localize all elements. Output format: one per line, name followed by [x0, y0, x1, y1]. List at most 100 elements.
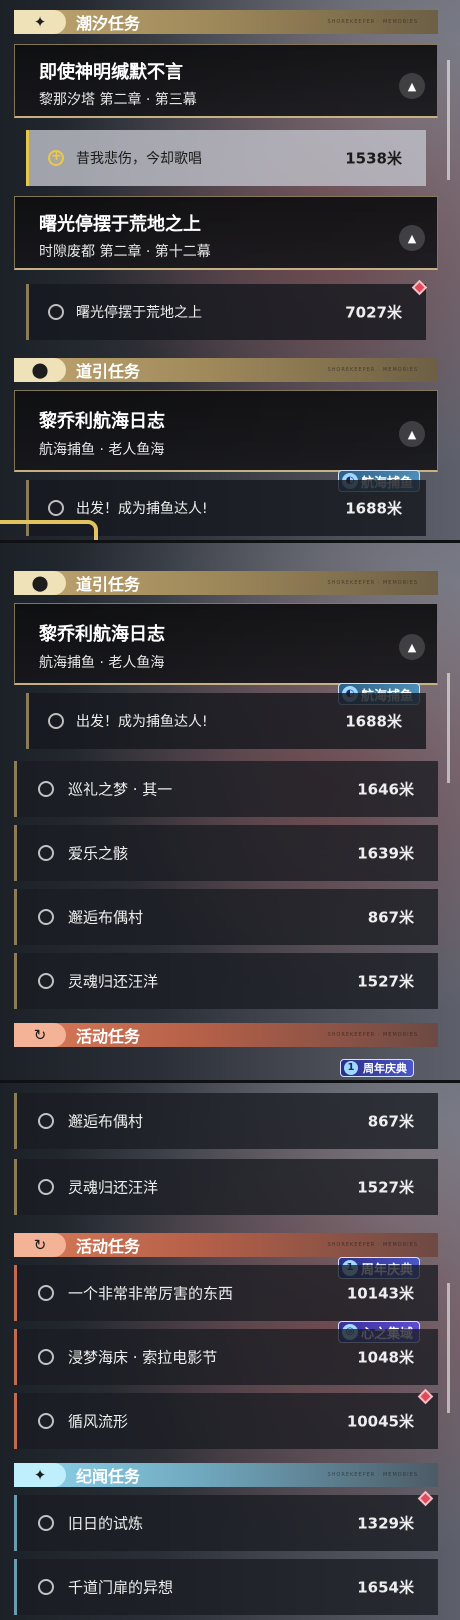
step-distance: 1688米 — [345, 712, 402, 731]
quest-subtitle: 航海捕鱼 · 老人鱼海 — [39, 655, 165, 671]
quest-label: 邂逅布偶村 — [68, 908, 144, 927]
quest-card-main[interactable]: 黎乔利航海日志 航海捕鱼 · 老人鱼海 ▲ — [14, 603, 438, 685]
quest-row[interactable]: 邂逅布偶村 867米 — [14, 889, 438, 945]
row-accent-bar — [14, 889, 17, 945]
quest-distance: 1639米 — [357, 844, 414, 863]
quest-card-main[interactable]: 曙光停摆于荒地之上 时隙废都 第二章 · 第十二幕 ▲ — [14, 196, 438, 270]
row-accent-bar — [14, 825, 17, 881]
step-distance: 1538米 — [345, 149, 402, 168]
quest-row[interactable]: 邂逅布偶村 867米 — [14, 1093, 438, 1149]
quest-title: 即使神明缄默不言 — [39, 62, 183, 83]
navigation-arrow-icon[interactable]: ▲ — [399, 634, 425, 660]
row-accent-bar — [26, 284, 29, 340]
quest-label: 灵魂归还汪洋 — [68, 1178, 159, 1197]
radio-circle-icon — [48, 713, 64, 729]
quest-label: 旧日的试炼 — [68, 1514, 144, 1533]
radio-circle-icon — [38, 1285, 54, 1301]
step-label: 出发！成为捕鱼达人! — [76, 501, 208, 517]
quest-card-main[interactable]: 黎乔利航海日志 航海捕鱼 · 老人鱼海 ▲ — [14, 390, 438, 472]
category-header-chronicle[interactable]: ✦ 纪闻任务 SHOREKEEPER · MEMORIES — [14, 1463, 438, 1487]
header-tag: SHOREKEEPER · MEMORIES — [327, 19, 418, 25]
quest-label: 巡礼之梦 · 其一 — [68, 780, 173, 799]
row-accent-bar — [14, 1559, 17, 1615]
quest-title: 黎乔利航海日志 — [39, 624, 165, 645]
category-header-event[interactable]: ↻ 活动任务 SHOREKEEPER · MEMORIES — [14, 1023, 438, 1047]
quest-title: 黎乔利航海日志 — [39, 411, 165, 432]
scrollbar-thumb[interactable] — [447, 1283, 450, 1413]
target-circle-icon — [48, 149, 64, 166]
row-accent-bar — [14, 1329, 17, 1385]
quest-distance: 1048米 — [357, 1348, 414, 1367]
radio-circle-icon — [38, 973, 54, 989]
quest-distance: 1646米 — [357, 780, 414, 799]
category-header-guide[interactable]: ⬤ 道引任务 SHOREKEEPER · MEMORIES — [14, 358, 438, 382]
category-title: 活动任务 — [76, 1237, 141, 1256]
quest-label: 灵魂归还汪洋 — [68, 972, 159, 991]
radio-circle-icon — [38, 845, 54, 861]
quest-row[interactable]: 灵魂归还汪洋 1527米 — [14, 953, 438, 1009]
quest-label: 浸梦海床 · 索拉电影节 — [68, 1348, 218, 1367]
quest-title: 曙光停摆于荒地之上 — [39, 214, 201, 235]
screenshot-panel-1: ✦ 潮汐任务 SHOREKEEPER · MEMORIES 即使神明缄默不言 黎… — [0, 0, 460, 540]
step-distance: 7027米 — [345, 303, 402, 322]
location-pin-icon: ⬤ — [14, 358, 66, 382]
quest-step-row[interactable]: 曙光停摆于荒地之上 7027米 — [26, 284, 426, 340]
quest-distance: 10143米 — [346, 1284, 414, 1303]
navigation-arrow-icon[interactable]: ▲ — [399, 225, 425, 251]
header-tag: SHOREKEEPER · MEMORIES — [327, 1242, 418, 1248]
quest-distance: 1527米 — [357, 1178, 414, 1197]
quest-distance: 1329米 — [357, 1514, 414, 1533]
quest-label: 爱乐之骸 — [68, 844, 129, 863]
radio-circle-icon — [38, 781, 54, 797]
quest-row[interactable]: 循风流形 10045米 — [14, 1393, 438, 1449]
quest-step-row-active[interactable]: 昔我悲伤，今却歌唱 1538米 — [26, 130, 426, 186]
quest-step-row[interactable]: 出发！成为捕鱼达人! 1688米 — [26, 693, 426, 749]
sparkle-icon: ✦ — [14, 1463, 66, 1487]
quest-row[interactable]: 巡礼之梦 · 其一 1646米 — [14, 761, 438, 817]
quest-distance: 1654米 — [357, 1578, 414, 1597]
quest-card-main[interactable]: 即使神明缄默不言 黎那汐塔 第二章 · 第三幕 ▲ — [14, 44, 438, 118]
quest-row[interactable]: 爱乐之骸 1639米 — [14, 825, 438, 881]
step-label: 昔我悲伤，今却歌唱 — [76, 151, 202, 167]
badge-label: 周年庆典 — [363, 1062, 407, 1075]
category-header-tide[interactable]: ✦ 潮汐任务 SHOREKEEPER · MEMORIES — [14, 10, 438, 34]
refresh-arrow-icon: ↻ — [14, 1023, 66, 1047]
header-tag: SHOREKEEPER · MEMORIES — [327, 367, 418, 373]
radio-circle-icon — [38, 1113, 54, 1129]
category-title: 道引任务 — [76, 362, 141, 381]
quest-row[interactable]: 一个非常非常厉害的东西 10143米 — [14, 1265, 438, 1321]
header-tag: SHOREKEEPER · MEMORIES — [327, 580, 418, 586]
row-accent-bar — [14, 1093, 17, 1149]
radio-circle-icon — [38, 1179, 54, 1195]
navigation-arrow-icon[interactable]: ▲ — [399, 421, 425, 447]
scrollbar-thumb[interactable] — [447, 60, 450, 180]
category-title: 道引任务 — [76, 575, 141, 594]
location-pin-icon: ⬤ — [14, 571, 66, 595]
scrollbar-thumb[interactable] — [447, 673, 450, 783]
screenshot-panel-3: 邂逅布偶村 867米 灵魂归还汪洋 1527米 ↻ 活动任务 SHOREKEEP… — [0, 1083, 460, 1620]
quest-row[interactable]: 浸梦海床 · 索拉电影节 1048米 — [14, 1329, 438, 1385]
row-accent-bar — [26, 130, 29, 186]
header-tag: SHOREKEEPER · MEMORIES — [327, 1472, 418, 1478]
row-accent-bar — [14, 1495, 17, 1551]
category-header-guide[interactable]: ⬤ 道引任务 SHOREKEEPER · MEMORIES — [14, 571, 438, 595]
quest-row[interactable]: 千道门扉的异想 1654米 — [14, 1559, 438, 1615]
quest-subtitle: 黎那汐塔 第二章 · 第三幕 — [39, 92, 197, 108]
quest-label: 一个非常非常厉害的东西 — [68, 1284, 234, 1303]
radio-circle-icon — [48, 500, 64, 516]
row-accent-bar — [14, 761, 17, 817]
refresh-arrow-icon: ↻ — [14, 1233, 66, 1257]
navigation-arrow-icon[interactable]: ▲ — [399, 73, 425, 99]
row-accent-bar — [14, 953, 17, 1009]
category-header-event[interactable]: ↻ 活动任务 SHOREKEEPER · MEMORIES — [14, 1233, 438, 1257]
quest-label: 邂逅布偶村 — [68, 1112, 144, 1131]
quest-distance: 10045米 — [346, 1412, 414, 1431]
radio-circle-icon — [38, 1515, 54, 1531]
header-tag: SHOREKEEPER · MEMORIES — [327, 1032, 418, 1038]
anniversary-icon: 1 — [344, 1061, 358, 1075]
sparkle-icon: ✦ — [14, 10, 66, 34]
quest-row[interactable]: 灵魂归还汪洋 1527米 — [14, 1159, 438, 1215]
quest-row[interactable]: 旧日的试炼 1329米 — [14, 1495, 438, 1551]
step-label: 曙光停摆于荒地之上 — [76, 305, 202, 321]
row-accent-bar — [14, 1159, 17, 1215]
